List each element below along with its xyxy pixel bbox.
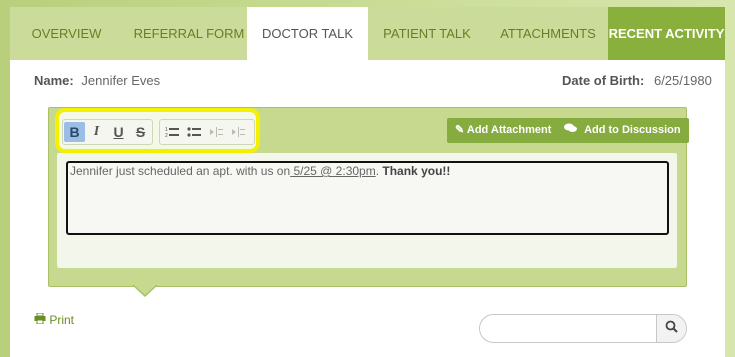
print-label: Print (49, 313, 75, 327)
panel-pointer-inner (134, 285, 156, 295)
patient-dob: Date of Birth: 6/25/1980 (562, 73, 712, 88)
svg-text:2: 2 (165, 133, 168, 138)
tab-referral-form[interactable]: REFERRAL FORM (123, 7, 255, 60)
printer-icon (34, 312, 49, 327)
patient-name: Name: Jennifer Eves (34, 73, 160, 88)
tab-recent-activity[interactable]: RECENT ACTIVITY (608, 7, 725, 60)
italic-button[interactable]: I (86, 122, 107, 142)
underline-button[interactable]: U (108, 122, 129, 142)
editor-text: Jennifer just scheduled an apt. with us … (70, 164, 291, 178)
indent-icon[interactable] (227, 122, 248, 142)
outdent-icon[interactable] (205, 122, 226, 142)
ordered-list-icon[interactable]: 12 (161, 122, 182, 142)
unordered-list-icon[interactable] (183, 122, 204, 142)
search-input[interactable] (490, 320, 654, 340)
comments-icon (564, 123, 580, 136)
print-link[interactable]: Print (34, 312, 75, 327)
dob-value: 6/25/1980 (653, 73, 712, 88)
editor-date-link: 5/25 @ 2:30pm (290, 164, 376, 178)
tab-overview[interactable]: OVERVIEW (10, 7, 123, 60)
add-attachment-label: Add Attachment (466, 124, 552, 136)
add-attachment-button[interactable]: ✎ Add Attachment (447, 118, 560, 143)
search-icon (665, 320, 678, 338)
add-to-discussion-button[interactable]: Add to Discussion (556, 118, 689, 143)
tab-attachments[interactable]: ATTACHMENTS (486, 7, 610, 60)
editor-thanks: Thank you!! (382, 164, 451, 178)
list-toolbar-group: 12 (159, 119, 255, 145)
tab-bar: OVERVIEW REFERRAL FORM DOCTOR TALK PATIE… (10, 7, 725, 60)
dob-label: Date of Birth: (562, 73, 645, 88)
message-editor[interactable]: Jennifer just scheduled an apt. with us … (66, 161, 669, 235)
format-toolbar-group: B I U S (62, 119, 153, 145)
add-to-discussion-label: Add to Discussion (584, 124, 681, 136)
paperclip-icon: ✎ (455, 124, 465, 136)
search-box (479, 314, 687, 343)
tab-patient-talk[interactable]: PATIENT TALK (368, 7, 486, 60)
search-button[interactable] (656, 315, 686, 342)
bold-button[interactable]: B (64, 122, 85, 142)
tab-doctor-talk[interactable]: DOCTOR TALK (247, 7, 368, 60)
name-value: Jennifer Eves (81, 73, 161, 88)
strikethrough-button[interactable]: S (130, 122, 151, 142)
name-label: Name: (34, 73, 74, 88)
